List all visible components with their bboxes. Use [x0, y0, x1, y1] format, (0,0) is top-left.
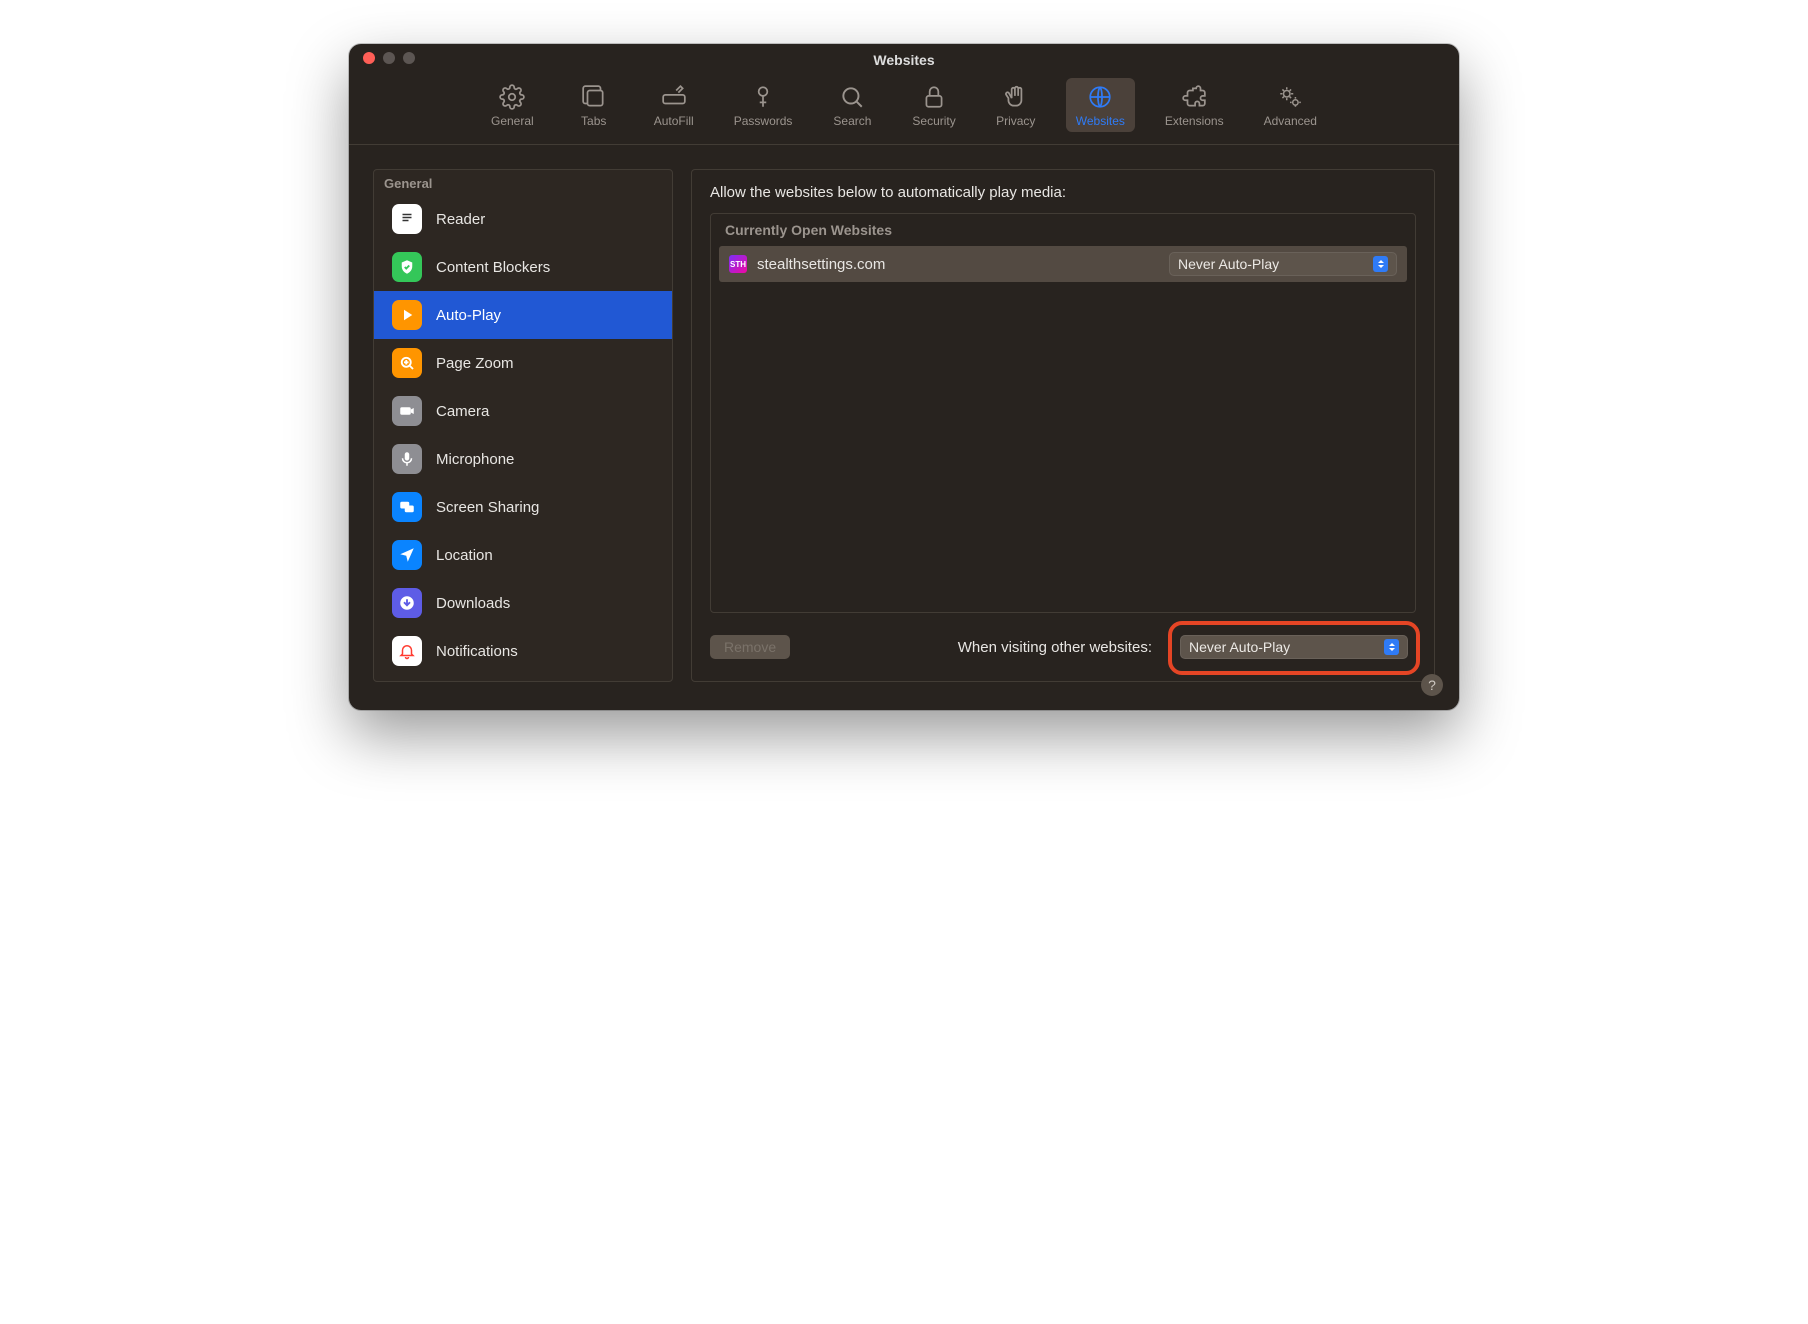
remove-button[interactable]: Remove [710, 635, 790, 659]
tab-security[interactable]: Security [902, 78, 965, 132]
tab-extensions[interactable]: Extensions [1155, 78, 1234, 132]
tab-advanced[interactable]: Advanced [1254, 78, 1327, 132]
zoom-icon [392, 348, 422, 378]
sidebar-item-location[interactable]: Location [374, 531, 672, 579]
sidebar-item-label: Camera [436, 403, 489, 420]
tab-label: Extensions [1165, 114, 1224, 128]
sidebar-item-label: Microphone [436, 451, 514, 468]
camera-icon [392, 396, 422, 426]
reader-icon [392, 204, 422, 234]
annotation-highlight: Never Auto-Play [1168, 621, 1420, 675]
sidebar-item-label: Content Blockers [436, 259, 550, 276]
content-area: General Reader Content Blockers Auto-Pla… [349, 145, 1459, 710]
tabs-icon [581, 84, 607, 110]
tab-label: General [491, 114, 534, 128]
sidebar-item-label: Location [436, 547, 493, 564]
help-button[interactable]: ? [1421, 674, 1443, 696]
sidebar-item-reader[interactable]: Reader [374, 195, 672, 243]
puzzle-icon [1181, 84, 1207, 110]
pencil-field-icon [661, 84, 687, 110]
sidebar-item-camera[interactable]: Camera [374, 387, 672, 435]
sidebar-item-label: Downloads [436, 595, 510, 612]
bottom-bar: Remove When visiting other websites: Nev… [710, 631, 1416, 663]
sidebar-item-content-blockers[interactable]: Content Blockers [374, 243, 672, 291]
sidebar-item-notifications[interactable]: Notifications [374, 627, 672, 675]
updown-arrows-icon [1373, 256, 1388, 272]
website-info: STH stealthsettings.com [729, 255, 885, 273]
popup-value: Never Auto-Play [1189, 639, 1290, 655]
tab-websites[interactable]: Websites [1066, 78, 1135, 132]
download-icon [392, 588, 422, 618]
tab-label: Privacy [996, 114, 1035, 128]
tab-label: Search [833, 114, 871, 128]
other-websites-policy-popup[interactable]: Never Auto-Play [1180, 635, 1408, 659]
gears-icon [1277, 84, 1303, 110]
tab-label: Tabs [581, 114, 606, 128]
tab-tabs[interactable]: Tabs [564, 78, 624, 132]
sidebar-item-label: Auto-Play [436, 307, 501, 324]
sidebar-item-auto-play[interactable]: Auto-Play [374, 291, 672, 339]
sidebar-item-label: Reader [436, 211, 485, 228]
shield-check-icon [392, 252, 422, 282]
other-websites-label: When visiting other websites: [958, 639, 1152, 656]
popup-value: Never Auto-Play [1178, 256, 1279, 272]
website-row[interactable]: STH stealthsettings.com Never Auto-Play [719, 246, 1407, 282]
website-policy-popup[interactable]: Never Auto-Play [1169, 252, 1397, 276]
titlebar: Websites [349, 44, 1459, 72]
sidebar-item-label: Page Zoom [436, 355, 514, 372]
preferences-toolbar: General Tabs AutoFill Passwords Search S… [349, 72, 1459, 145]
window-title: Websites [349, 52, 1459, 68]
search-icon [839, 84, 865, 110]
preferences-window: Websites General Tabs AutoFill Passwords… [349, 44, 1459, 710]
gear-icon [499, 84, 525, 110]
sidebar-item-downloads[interactable]: Downloads [374, 579, 672, 627]
globe-icon [1087, 84, 1113, 110]
tab-search[interactable]: Search [822, 78, 882, 132]
main-panel: Allow the websites below to automaticall… [691, 169, 1435, 682]
tab-label: Security [912, 114, 955, 128]
microphone-icon [392, 444, 422, 474]
bell-icon [392, 636, 422, 666]
tab-label: Advanced [1264, 114, 1317, 128]
tab-label: AutoFill [654, 114, 694, 128]
sidebar-item-page-zoom[interactable]: Page Zoom [374, 339, 672, 387]
tab-label: Passwords [734, 114, 793, 128]
tab-privacy[interactable]: Privacy [986, 78, 1046, 132]
updown-arrows-icon [1384, 639, 1399, 655]
screens-icon [392, 492, 422, 522]
website-domain: stealthsettings.com [757, 256, 885, 273]
play-icon [392, 300, 422, 330]
sidebar-item-label: Notifications [436, 643, 518, 660]
list-section-header: Currently Open Websites [711, 214, 1415, 246]
lock-icon [921, 84, 947, 110]
websites-list: Currently Open Websites STH stealthsetti… [710, 213, 1416, 613]
sidebar-item-label: Screen Sharing [436, 499, 539, 516]
sidebar-item-screen-sharing[interactable]: Screen Sharing [374, 483, 672, 531]
tab-passwords[interactable]: Passwords [724, 78, 803, 132]
tab-autofill[interactable]: AutoFill [644, 78, 704, 132]
panel-heading: Allow the websites below to automaticall… [710, 184, 1416, 201]
tab-general[interactable]: General [481, 78, 544, 132]
location-arrow-icon [392, 540, 422, 570]
tab-label: Websites [1076, 114, 1125, 128]
hand-icon [1003, 84, 1029, 110]
key-icon [750, 84, 776, 110]
favicon-icon: STH [729, 255, 747, 273]
sidebar-section-header: General [374, 170, 672, 195]
sidebar: General Reader Content Blockers Auto-Pla… [373, 169, 673, 682]
sidebar-item-microphone[interactable]: Microphone [374, 435, 672, 483]
